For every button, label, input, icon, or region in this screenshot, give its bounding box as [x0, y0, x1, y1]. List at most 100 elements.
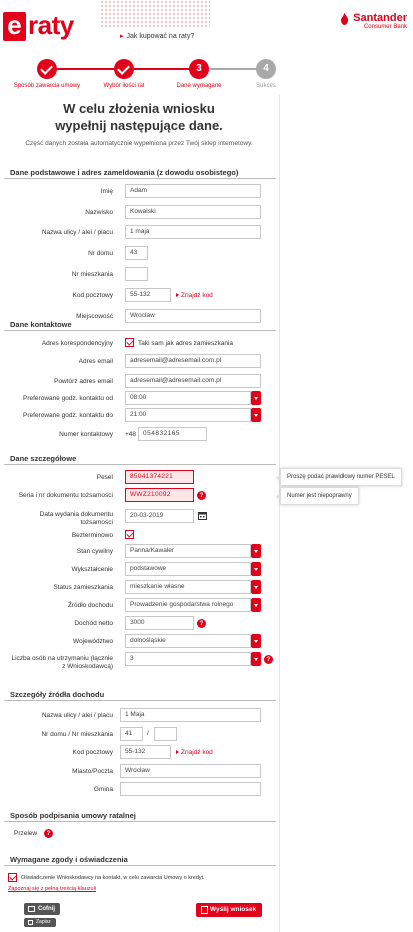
- dependents-select[interactable]: 3: [125, 652, 251, 666]
- page-title-line1: W celu złożenia wniosku: [63, 101, 215, 116]
- time-from-select[interactable]: 08:00: [125, 391, 251, 405]
- same-address-checkbox[interactable]: [125, 338, 134, 347]
- help-icon[interactable]: ?: [197, 619, 206, 628]
- page-subtitle: Część danych została automatycznie wypeł…: [25, 140, 253, 147]
- slash-separator: /: [147, 730, 149, 737]
- progress-steps: 3 4 Sposób zawarcia umowy Wybór ilości r…: [0, 54, 282, 94]
- step-2-check-icon: [114, 59, 134, 79]
- residence-label: Status zamieszkania: [53, 584, 113, 591]
- dependents-label-1: Liczba osób na utrzymaniu (łącznie: [11, 655, 113, 662]
- chevron-down-icon[interactable]: [251, 580, 261, 594]
- divider: [4, 821, 276, 822]
- income-street-label: Nazwa ulicy / alei / placu: [41, 712, 113, 719]
- phone-field[interactable]: 054832165: [138, 427, 207, 441]
- save-button[interactable]: Zapisz: [24, 918, 56, 927]
- street-label: Nazwa ulicy / alei / placu: [41, 229, 113, 236]
- first-name-label: Imię: [100, 188, 113, 195]
- city-field[interactable]: Wrocław: [125, 309, 261, 323]
- income-street-field[interactable]: 1 Maja: [120, 708, 261, 722]
- education-select[interactable]: podstawowe: [125, 562, 251, 576]
- idno-label: Seria i nr dokumentu tożsamości: [18, 492, 113, 499]
- income-source-select[interactable]: Prowadzenie gospodarstwa rolnego: [125, 598, 251, 612]
- send-application-button[interactable]: Wyślij wniosek: [196, 903, 262, 917]
- email-field[interactable]: adresemail@adresemail.com.pl: [125, 354, 261, 368]
- first-name-field[interactable]: Adam: [125, 184, 261, 198]
- divider: [4, 700, 276, 701]
- save-icon: [28, 920, 33, 925]
- income-house-field[interactable]: 41: [120, 727, 143, 741]
- apartment-field[interactable]: [125, 267, 148, 281]
- voivodeship-select[interactable]: dolnośląskie: [125, 634, 251, 648]
- net-income-field[interactable]: 3000: [125, 616, 194, 630]
- indefinite-checkbox[interactable]: [125, 530, 134, 539]
- help-icon[interactable]: ?: [44, 829, 53, 838]
- calendar-icon[interactable]: [198, 511, 207, 520]
- divider: [4, 178, 276, 179]
- consent-checkbox[interactable]: [8, 873, 17, 882]
- howto-link-label: Jak kupować na raty?: [126, 33, 195, 40]
- marital-select[interactable]: Panna/Kawaler: [125, 544, 251, 558]
- city-label: Miejscowość: [76, 313, 113, 320]
- indefinite-label: Bezterminowo: [71, 532, 113, 539]
- residence-select[interactable]: mieszkanie własne: [125, 580, 251, 594]
- chevron-down-icon[interactable]: [251, 391, 261, 405]
- street-field[interactable]: 1 maja: [125, 225, 261, 239]
- last-name-field[interactable]: Kowalski: [125, 205, 261, 219]
- income-source-label: Źródło dochodu: [67, 602, 113, 609]
- arrow-right-icon: ▸: [120, 33, 124, 40]
- back-button[interactable]: Cofnij: [24, 903, 60, 915]
- marital-label: Stan cywilny: [76, 548, 113, 555]
- chevron-down-icon[interactable]: [251, 544, 261, 558]
- chevron-down-icon[interactable]: [251, 598, 261, 612]
- issue-date-field[interactable]: 20-03-2019: [125, 509, 194, 523]
- step-4-label: Sukces: [256, 83, 276, 89]
- step-connector: [210, 68, 260, 70]
- section-personal-title: Dane podstawowe i adres zameldowania (z …: [10, 168, 239, 177]
- step-1-label: Sposób zawarcia umowy: [13, 83, 81, 89]
- santander-logo: Santander Consumer Bank: [341, 12, 407, 30]
- postal-field[interactable]: 55-132: [125, 288, 171, 302]
- section-consents-title: Wymagane zgody i oświadczenia: [10, 855, 128, 864]
- step-connector: [134, 68, 194, 70]
- idno-field[interactable]: WWZ210092: [125, 488, 194, 502]
- same-address-label: Taki sam jak adres zamieszkania: [138, 340, 234, 347]
- find-code-label: Znajdź kod: [181, 292, 213, 299]
- chevron-down-icon[interactable]: [251, 652, 261, 666]
- howto-link[interactable]: ▸ Jak kupować na raty?: [120, 32, 194, 40]
- pesel-label: Pesel: [96, 474, 113, 481]
- phone-label: Numer kontaktowy: [59, 431, 113, 438]
- chevron-down-icon[interactable]: [251, 408, 261, 422]
- step-3-circle: 3: [189, 59, 209, 79]
- pesel-field[interactable]: 85041374221: [125, 470, 194, 484]
- income-postal-field[interactable]: 55-132: [120, 745, 171, 759]
- pesel-error-tooltip: Proszę podać prawidłowy numer PESEL: [276, 468, 402, 486]
- gmina-field[interactable]: [120, 782, 261, 796]
- help-icon[interactable]: ?: [264, 655, 273, 664]
- help-icon[interactable]: ?: [197, 491, 206, 500]
- income-apartment-field[interactable]: [154, 727, 177, 741]
- step-2-label: Wybór ilości rat: [103, 83, 145, 89]
- find-code-link[interactable]: Znajdź kod: [176, 292, 213, 299]
- step-1-check-icon: [37, 59, 57, 79]
- issue-date-label-2: tożsamości: [80, 519, 113, 526]
- income-city-field[interactable]: Wrocław: [120, 764, 261, 778]
- postal-label: Kod pocztowy: [72, 292, 113, 299]
- divider: [4, 330, 276, 331]
- house-field[interactable]: 43: [125, 246, 148, 260]
- income-city-label: Miasto/Poczta: [72, 768, 113, 775]
- time-to-label: Preferowane godz. kontaktu do: [23, 412, 113, 419]
- chevron-down-icon[interactable]: [251, 634, 261, 648]
- time-to-select[interactable]: 21:00: [125, 408, 251, 422]
- brand-sub: Consumer Bank: [363, 24, 407, 30]
- step-connector: [48, 68, 118, 70]
- consent-full-text-link[interactable]: Zapoznaj się z pełną treścią klauzuli: [8, 886, 96, 892]
- email-repeat-field[interactable]: adresemail@adresemail.com.pl: [125, 374, 261, 388]
- eraty-logo-text: raty: [28, 10, 74, 40]
- last-name-label: Nazwisko: [85, 209, 113, 216]
- divider: [4, 464, 276, 465]
- section-signing-title: Sposób podpisania umowy ratalnej: [10, 811, 136, 820]
- divider: [4, 865, 276, 866]
- time-from-label: Preferowane godz. kontaktu od: [23, 395, 113, 402]
- income-find-code-link[interactable]: Znajdź kod: [176, 749, 213, 756]
- chevron-down-icon[interactable]: [251, 562, 261, 576]
